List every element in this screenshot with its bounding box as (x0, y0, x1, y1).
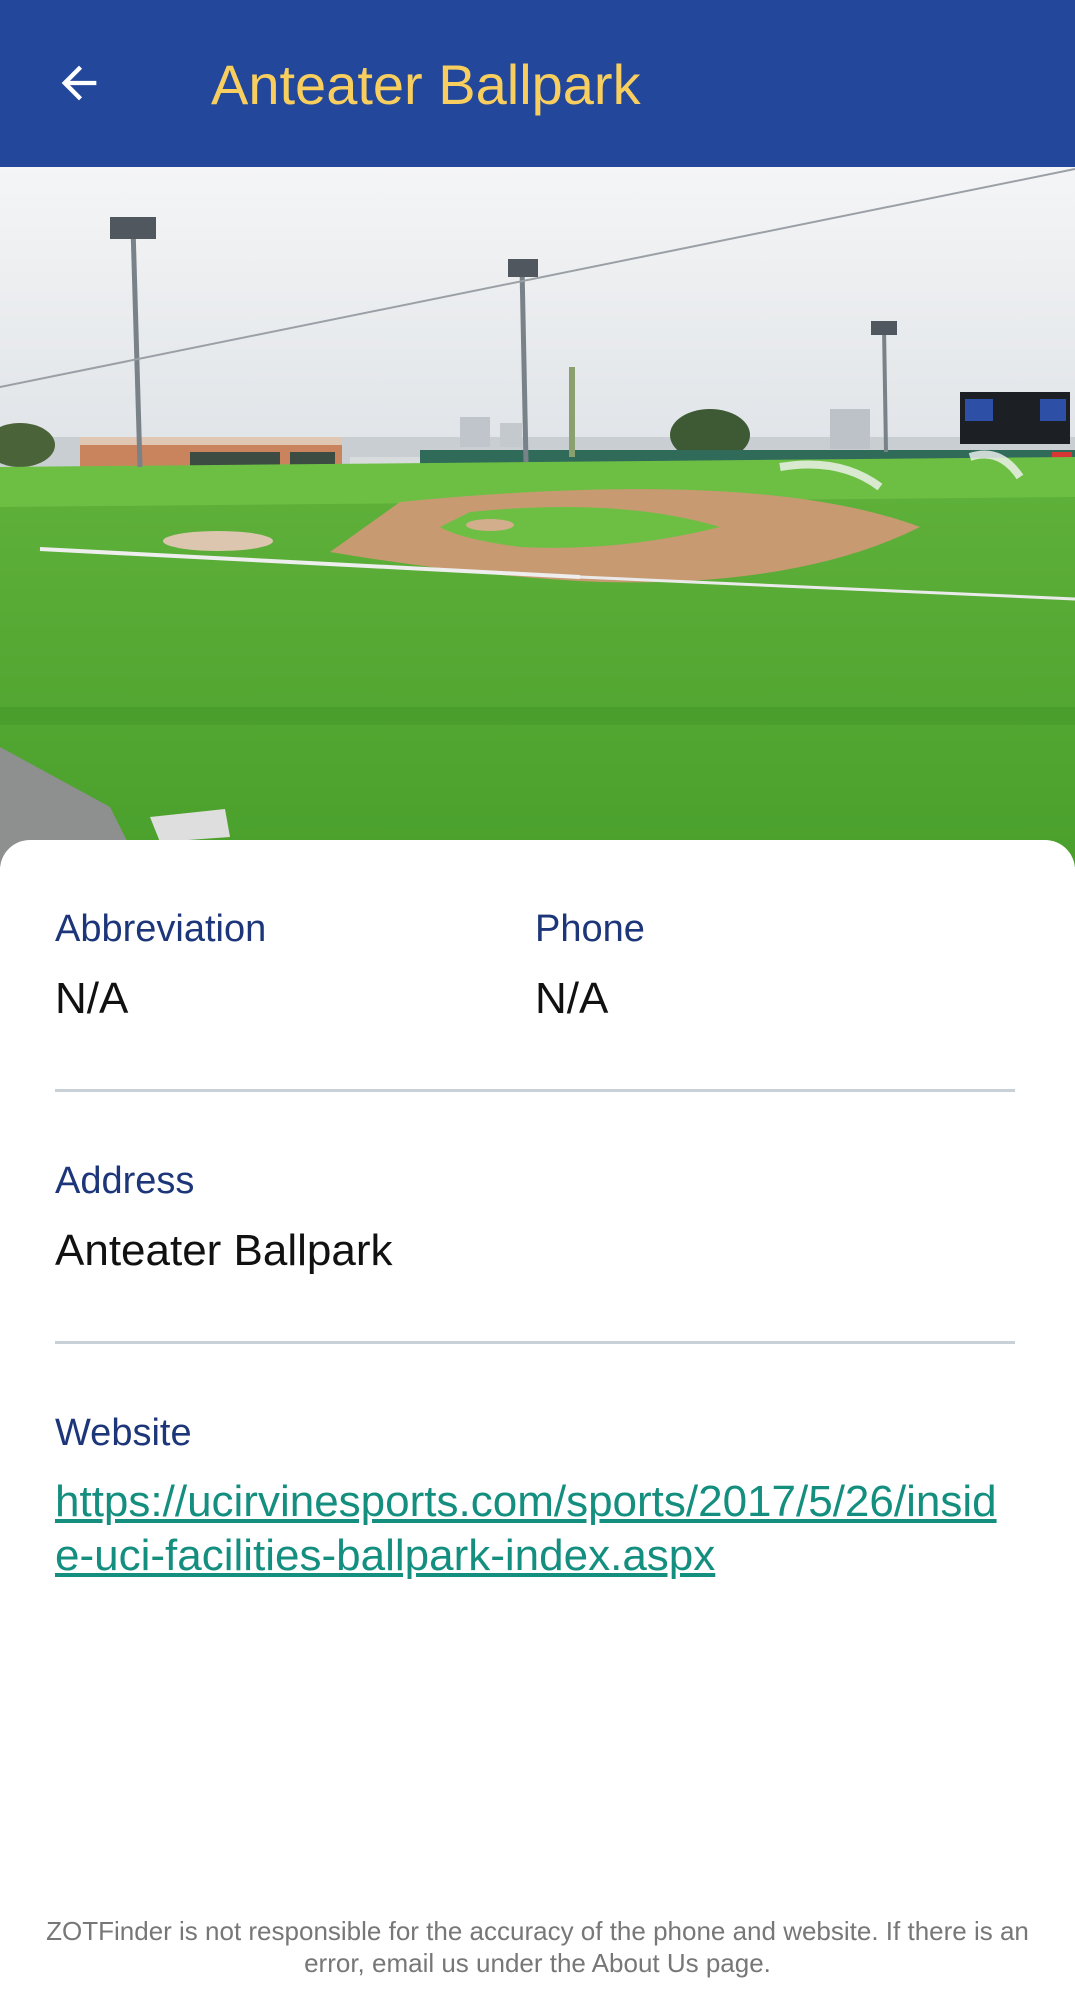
website-link[interactable]: https://ucirvinesports.com/sports/2017/5… (55, 1475, 1015, 1583)
website-label: Website (55, 1412, 192, 1454)
phone-value[interactable]: N/A (535, 972, 608, 1026)
divider (55, 1089, 1015, 1092)
phone-label: Phone (535, 908, 645, 950)
page-title: Anteater Ballpark (211, 53, 641, 116)
arrow-left-icon (61, 65, 97, 101)
divider (55, 1341, 1015, 1344)
address-label: Address (55, 1160, 195, 1202)
address-value: Anteater Ballpark (55, 1226, 393, 1275)
facility-photo (0, 167, 1075, 867)
app-bar: Anteater Ballpark (0, 0, 1075, 167)
disclaimer-text: ZOTFinder is not responsible for the acc… (46, 1916, 1029, 1978)
abbreviation-label: Abbreviation (55, 908, 267, 950)
abbreviation-value: N/A (55, 974, 129, 1023)
back-button[interactable] (40, 44, 118, 122)
